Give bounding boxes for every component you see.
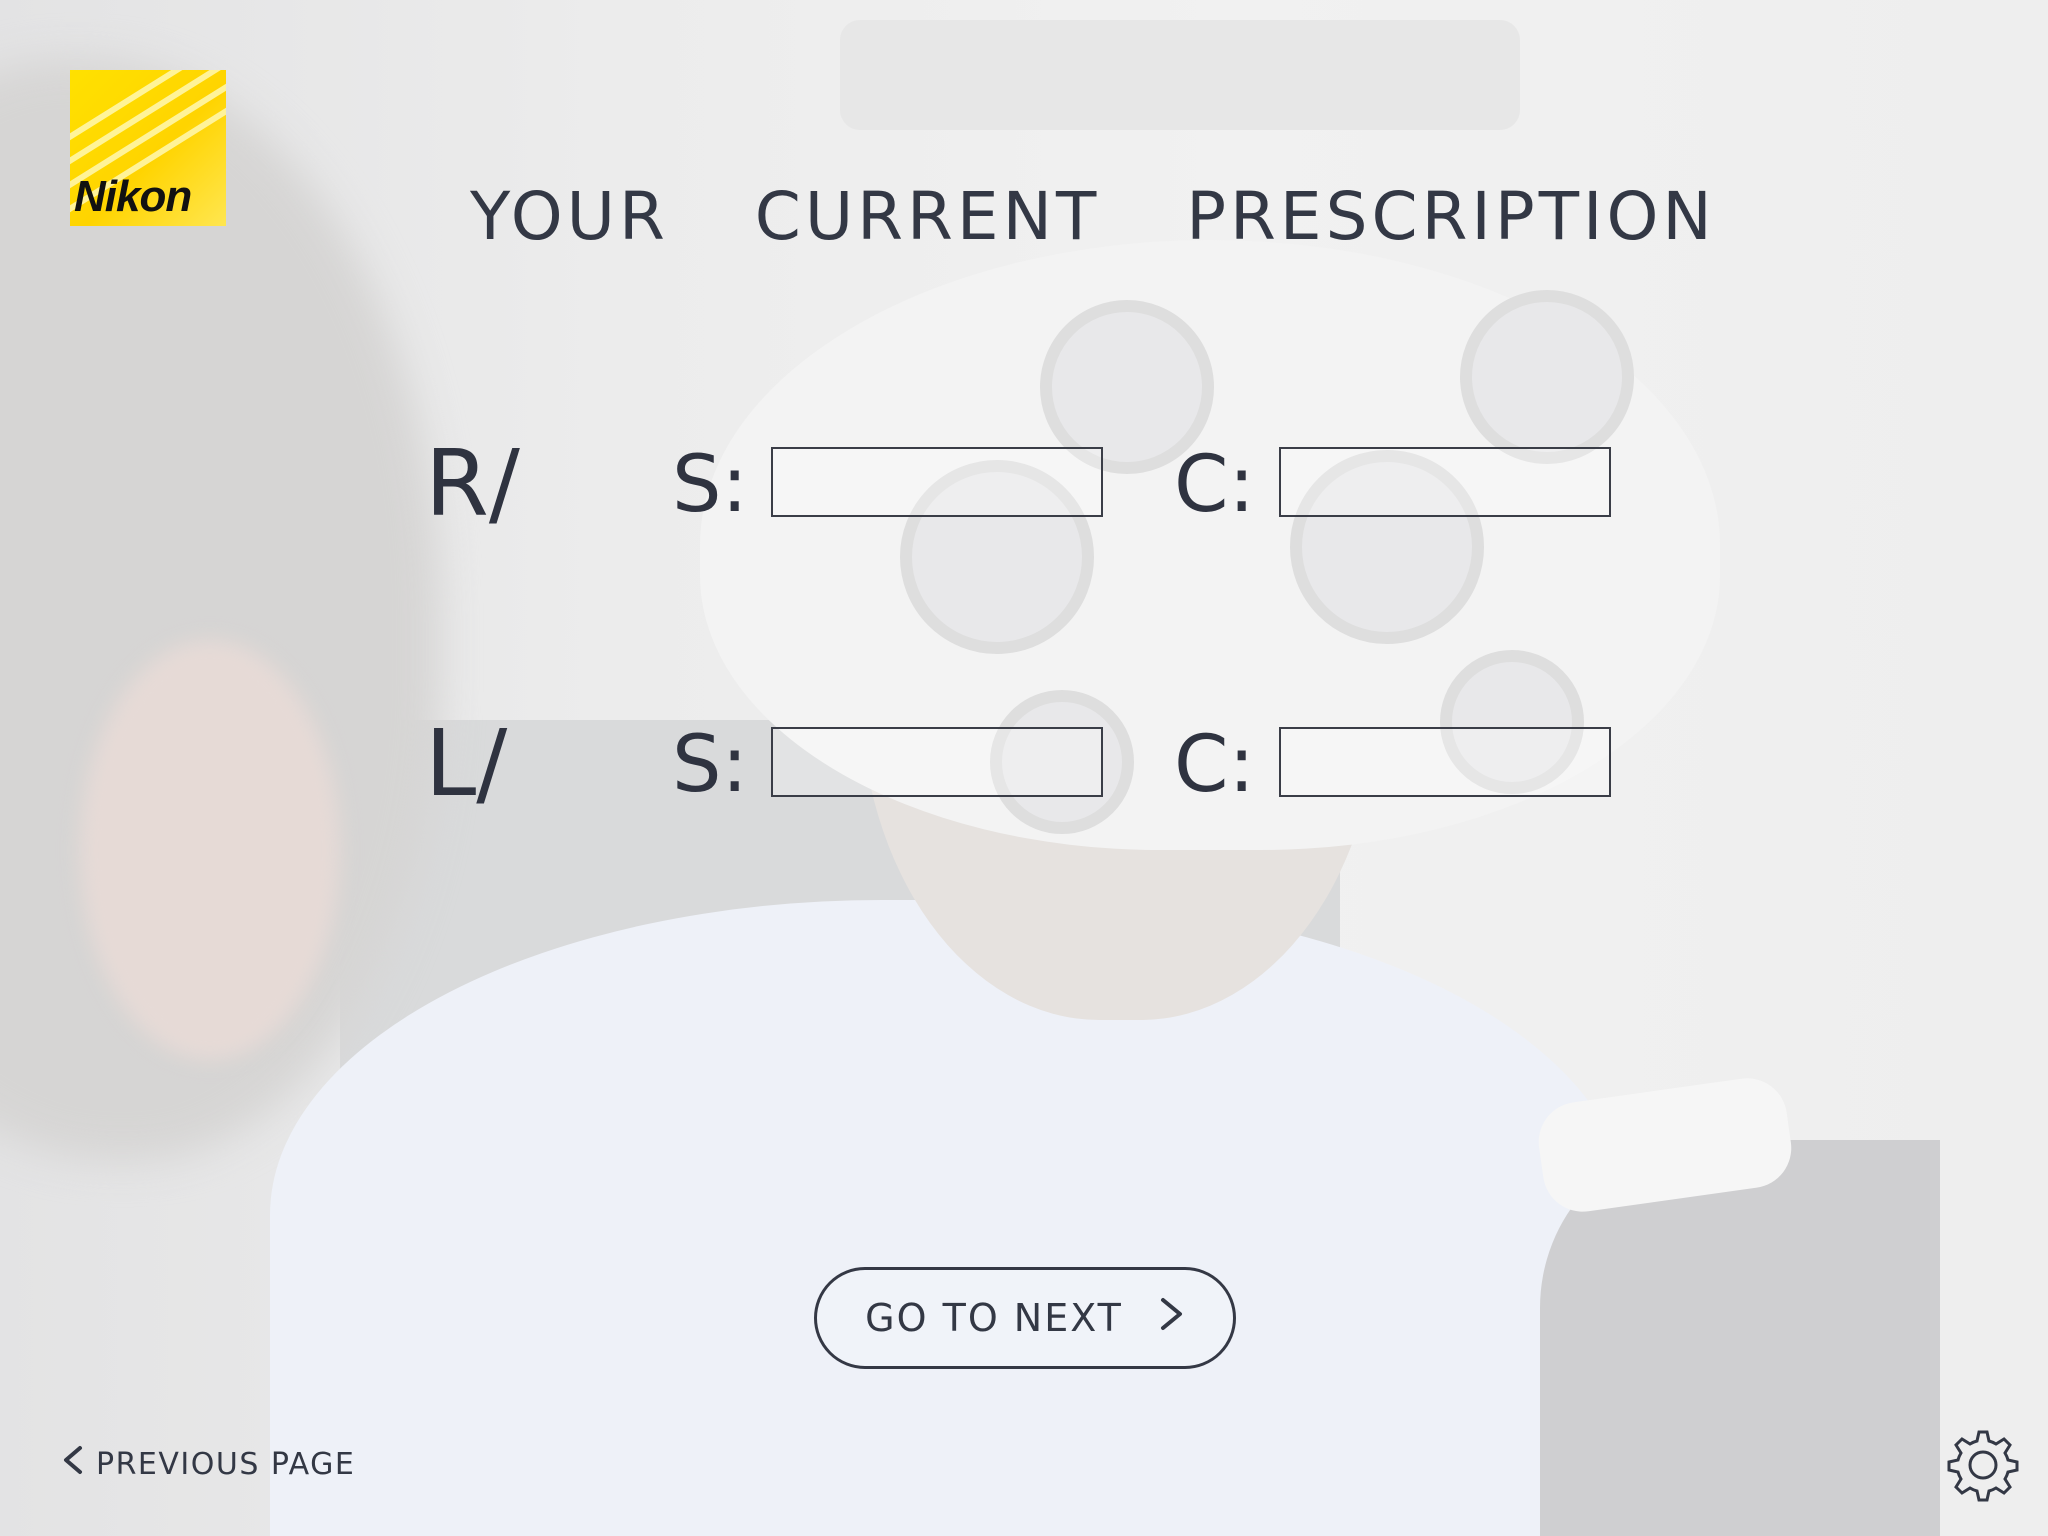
go-to-next-button[interactable]: GO TO NEXT: [814, 1267, 1236, 1369]
right-cylinder-label: C:: [1174, 440, 1255, 530]
right-cylinder-input[interactable]: [1279, 447, 1611, 517]
left-sphere-input[interactable]: [771, 727, 1103, 797]
right-sphere-label: S:: [672, 440, 748, 530]
left-cylinder-label: C:: [1174, 720, 1255, 810]
page-title: YOUR CURRENT PRESCRIPTION: [470, 178, 1716, 255]
logo-wordmark: Nikon: [74, 172, 192, 221]
left-eye-label: L/: [425, 710, 508, 817]
previous-page-label: PREVIOUS PAGE: [96, 1446, 356, 1482]
left-sphere-label: S:: [672, 720, 748, 810]
gear-icon[interactable]: [1946, 1428, 2020, 1502]
right-eye-label: R/: [425, 430, 520, 537]
previous-page-link[interactable]: PREVIOUS PAGE: [62, 1444, 355, 1484]
right-sphere-input[interactable]: [771, 447, 1103, 517]
chevron-left-icon: [62, 1444, 84, 1484]
nikon-logo: Nikon: [70, 70, 226, 226]
chevron-right-icon: [1159, 1295, 1185, 1341]
left-cylinder-input[interactable]: [1279, 727, 1611, 797]
go-to-next-label: GO TO NEXT: [865, 1296, 1123, 1340]
